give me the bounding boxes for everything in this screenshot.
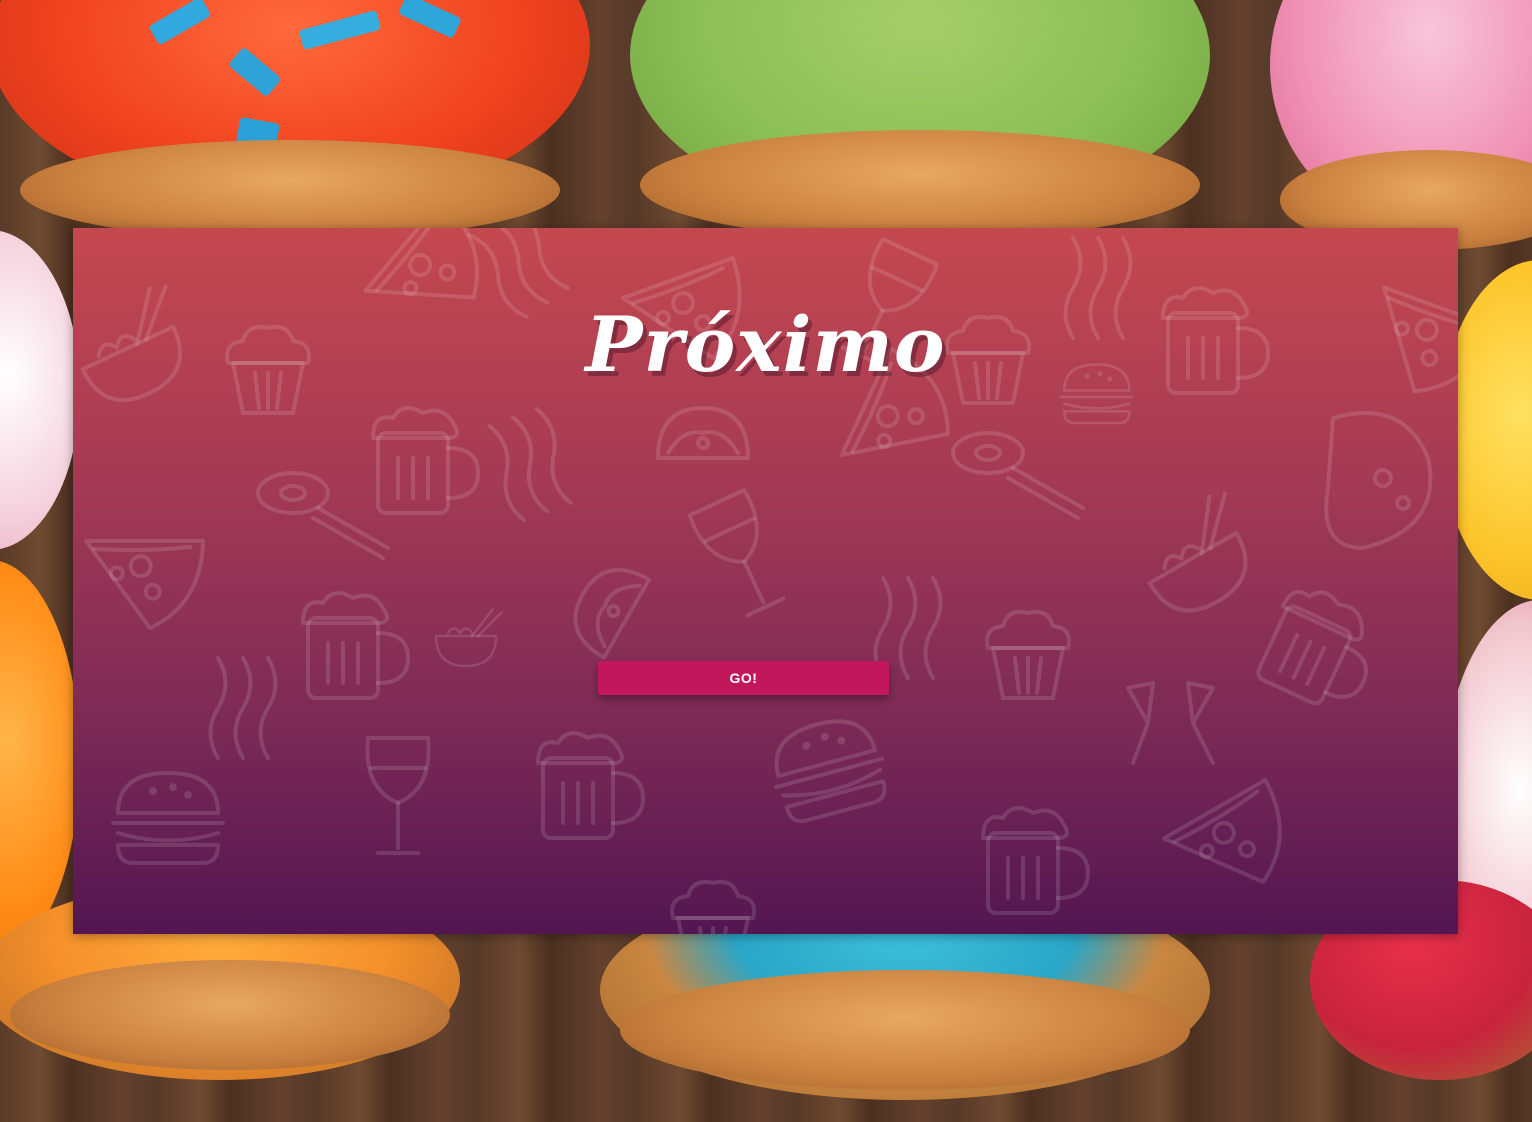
go-button[interactable]: GO! <box>598 661 889 695</box>
app-logo-text: Próximo <box>585 300 946 389</box>
welcome-card: Próximo GO! <box>73 228 1458 934</box>
